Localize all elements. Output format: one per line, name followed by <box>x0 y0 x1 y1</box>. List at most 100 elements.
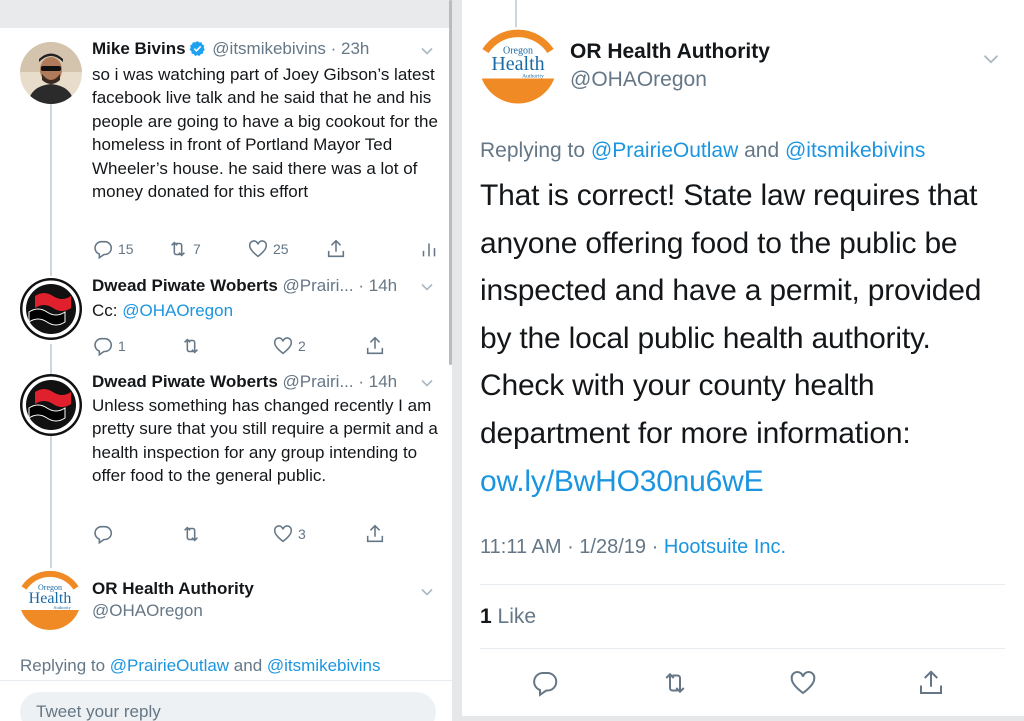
author-handle-time: @Prairi... · 14h <box>282 276 398 295</box>
likes-count: 1 <box>480 605 492 628</box>
antifa-flag-icon <box>20 278 82 340</box>
share-button[interactable] <box>325 238 347 260</box>
like-button[interactable]: 3 <box>272 523 306 545</box>
reply-icon[interactable] <box>530 668 560 698</box>
avatar[interactable] <box>20 278 82 340</box>
share-icon <box>366 336 384 355</box>
like-count: 3 <box>298 526 306 542</box>
reply-button[interactable]: 1 <box>92 335 126 357</box>
replying-and: and <box>229 656 267 675</box>
tweet-meta: 11:11 AM · 1/28/19 · Hootsuite Inc. <box>480 536 786 559</box>
retweet-button[interactable] <box>180 335 202 357</box>
tweet-actions: 1 2 <box>92 335 437 357</box>
replying-mention-1[interactable]: @PrairieOutlaw <box>591 139 738 162</box>
tweet-text: so i was watching part of Joey Gibson’s … <box>92 65 438 202</box>
author-name[interactable]: OR Health Authority <box>92 579 254 598</box>
heart-icon[interactable] <box>788 668 818 698</box>
logo-bottom-text: Authority <box>522 73 544 79</box>
chevron-down-icon[interactable] <box>420 280 434 294</box>
tweet-text: Unless something has changed recently I … <box>92 396 438 486</box>
author-handle[interactable]: @OHAOregon <box>570 68 707 92</box>
oha-logo[interactable]: Oregon Health Authority <box>18 568 82 632</box>
chevron-down-icon[interactable] <box>982 50 1000 68</box>
author-name[interactable]: OR Health Authority <box>570 40 770 64</box>
share-button[interactable] <box>364 335 386 357</box>
author-name[interactable]: Mike Bivins <box>92 39 186 58</box>
tweet-header: Mike Bivins @itsmikebivins · 23h <box>92 38 436 60</box>
share-icon[interactable] <box>916 668 946 698</box>
replying-mention-1[interactable]: @PrairieOutlaw <box>110 656 229 675</box>
replying-mention-2[interactable]: @itsmikebivins <box>267 656 381 675</box>
top-strip <box>0 0 452 28</box>
divider <box>480 584 1005 585</box>
author-handle-time: @itsmikebivins · 23h <box>212 39 370 58</box>
reply-button[interactable] <box>92 523 114 545</box>
avatar[interactable] <box>20 374 82 436</box>
tweet-actions: 3 <box>92 523 437 545</box>
reply-icon <box>94 337 113 357</box>
right-screenshot: Oregon Health Authority OR Health Author… <box>462 0 1024 721</box>
avatar[interactable] <box>20 42 82 104</box>
reply-icon <box>94 525 113 545</box>
retweet-icon <box>184 338 198 354</box>
handle-text: @OHAOregon <box>92 601 203 620</box>
author-name[interactable]: Dwead Piwate Woberts <box>92 276 278 295</box>
divider <box>0 680 452 681</box>
reply-input[interactable]: Tweet your reply <box>20 692 436 721</box>
retweet-button[interactable]: 7 <box>167 238 201 260</box>
tweet-header: OR Health Authority <box>92 578 436 600</box>
thread-line <box>50 436 52 568</box>
retweet-icon <box>184 526 198 542</box>
likes-summary[interactable]: 1 Like <box>480 605 536 629</box>
author-name[interactable]: Dwead Piwate Woberts <box>92 372 278 391</box>
heart-icon <box>273 525 293 543</box>
replying-prefix: Replying to <box>20 656 110 675</box>
tweet-text: Cc: @OHAOregon <box>92 299 442 322</box>
reply-icon <box>94 240 113 260</box>
tweet-link[interactable]: ow.ly/BwHO30nu6wE <box>480 458 1010 506</box>
retweet-button[interactable] <box>180 523 202 545</box>
left-screenshot: Mike Bivins @itsmikebivins · 23h so i wa… <box>0 0 452 721</box>
chevron-down-icon[interactable] <box>420 44 434 58</box>
retweet-icon[interactable] <box>660 668 690 698</box>
reply-count: 1 <box>118 338 126 354</box>
chevron-down-icon[interactable] <box>420 376 434 390</box>
divider <box>480 648 1005 649</box>
verified-badge-icon <box>189 41 205 57</box>
replying-prefix: Replying to <box>480 139 591 162</box>
like-count: 25 <box>273 241 289 257</box>
column-divider <box>452 0 462 721</box>
reply-count: 15 <box>118 241 134 257</box>
analytics-button[interactable] <box>418 238 440 260</box>
share-button[interactable] <box>364 523 386 545</box>
reply-placeholder: Tweet your reply <box>36 702 161 721</box>
text-prefix: Cc: <box>92 301 123 320</box>
share-icon <box>327 239 345 258</box>
like-button[interactable]: 25 <box>247 238 289 260</box>
reply-button[interactable]: 15 <box>92 238 134 260</box>
like-count: 2 <box>298 338 306 354</box>
heart-icon <box>273 337 293 355</box>
replying-to: Replying to @PrairieOutlaw and @itsmikeb… <box>480 139 925 163</box>
replying-mention-2[interactable]: @itsmikebivins <box>785 139 925 162</box>
retweet-icon <box>171 241 185 257</box>
tweet-source[interactable]: Hootsuite Inc. <box>664 536 786 558</box>
replying-to: Replying to @PrairieOutlaw and @itsmikeb… <box>20 656 381 676</box>
antifa-flag-icon <box>20 374 82 436</box>
tweet-actions: 15 7 25 <box>92 238 437 260</box>
like-button[interactable]: 2 <box>272 335 306 357</box>
tweet-actions <box>462 668 1024 702</box>
tweet-header: Dwead Piwate Woberts @Prairi... · 14h <box>92 275 436 297</box>
oha-logo[interactable]: Oregon Health Authority <box>478 26 558 106</box>
replying-and: and <box>738 139 785 162</box>
thread-line <box>50 344 52 376</box>
tweet-time: 11:11 AM · 1/28/19 · <box>480 536 664 558</box>
tweet-text: That is correct! State law requires that… <box>480 172 1010 505</box>
likes-label: Like <box>491 605 537 628</box>
share-icon <box>366 524 384 543</box>
thread-line <box>515 0 517 28</box>
bottom-strip <box>462 716 1024 721</box>
chevron-down-icon[interactable] <box>420 585 434 599</box>
mention-link[interactable]: @OHAOregon <box>122 301 233 320</box>
tweet-text-content: That is correct! State law requires that… <box>480 179 982 450</box>
